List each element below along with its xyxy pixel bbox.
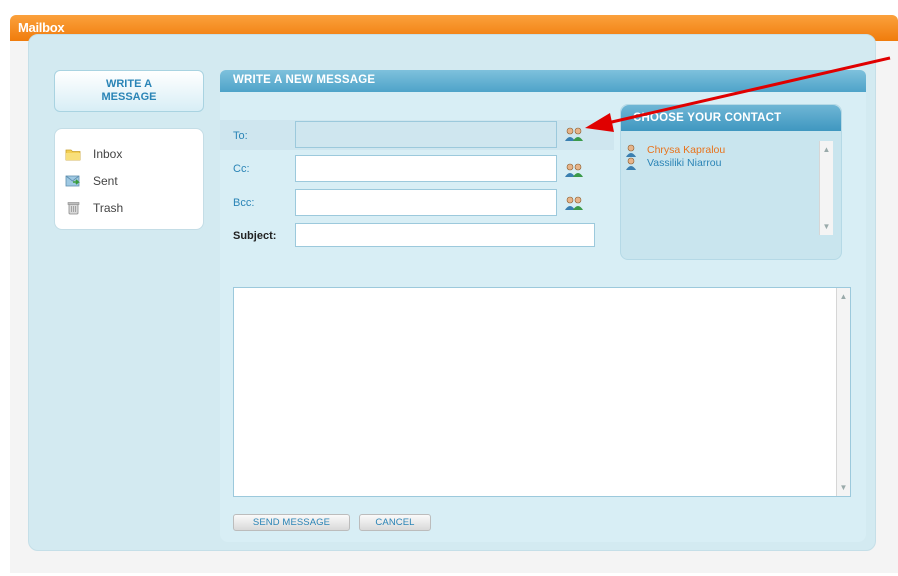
annotation-arrow: [585, 56, 891, 132]
